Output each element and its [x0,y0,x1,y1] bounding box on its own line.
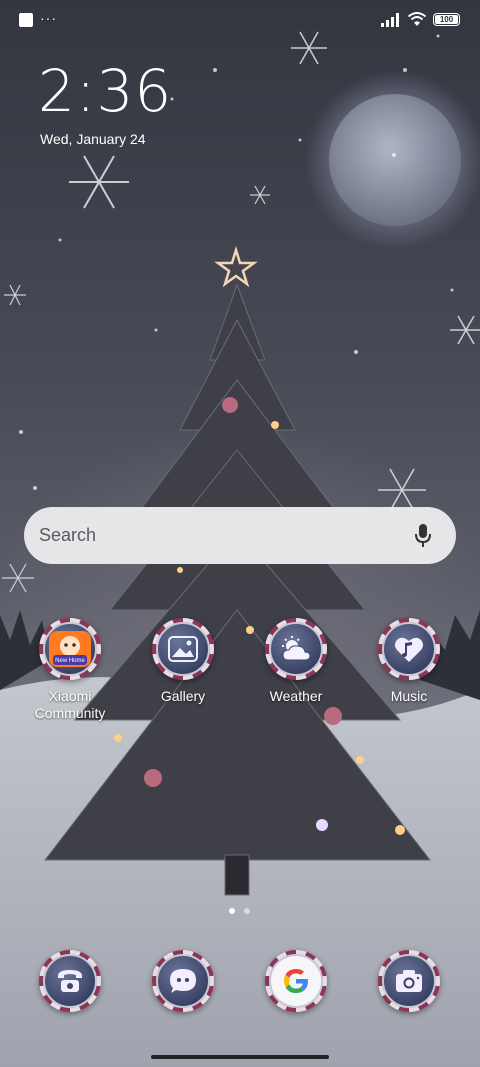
gallery-icon [156,622,210,676]
clock-date[interactable]: Wed, January 24 [40,130,146,148]
search-bar[interactable]: Search [24,507,456,564]
square-notification-icon [19,13,33,27]
app-xiaomi-community[interactable]: New Home Xiaomi Community [15,618,125,722]
app-label: Music [390,688,428,704]
phone-icon [43,954,97,1008]
dock-phone[interactable] [15,950,125,1012]
app-weather[interactable]: Weather [241,618,351,705]
camera-icon [382,954,436,1008]
app-label: Xiaomi Community [34,688,106,721]
battery-level: 100 [439,14,454,24]
status-bar: ··· 100 [0,0,480,40]
wifi-icon [407,12,427,26]
dock-google[interactable] [241,950,351,1012]
dock-messages[interactable] [128,950,238,1012]
home-gesture-bar[interactable] [151,1055,329,1059]
messages-icon [156,954,210,1008]
music-icon [382,622,436,676]
christmas-tree [43,283,432,896]
xiaomi-community-icon: New Home [43,622,97,676]
app-label: Weather [269,688,323,704]
cellular-signal-icon [381,12,399,27]
tree-star [214,245,258,288]
page-dot [244,908,250,914]
clock-time[interactable]: 2:36 [38,58,172,124]
search-placeholder[interactable]: Search [39,525,414,546]
battery-icon: 100 [433,13,460,26]
app-gallery[interactable]: Gallery [128,618,238,705]
dock-camera[interactable] [354,950,464,1012]
more-notifications-indicator: ··· [40,10,57,26]
microphone-icon[interactable] [414,523,432,549]
page-dot-active [229,908,235,914]
app-music[interactable]: Music [354,618,464,705]
page-indicator [229,908,250,914]
xiaomi-community-badge: New Home [55,658,85,664]
app-label: Gallery [160,688,206,704]
moon [329,94,461,226]
weather-icon [269,622,323,676]
google-icon [269,954,323,1008]
